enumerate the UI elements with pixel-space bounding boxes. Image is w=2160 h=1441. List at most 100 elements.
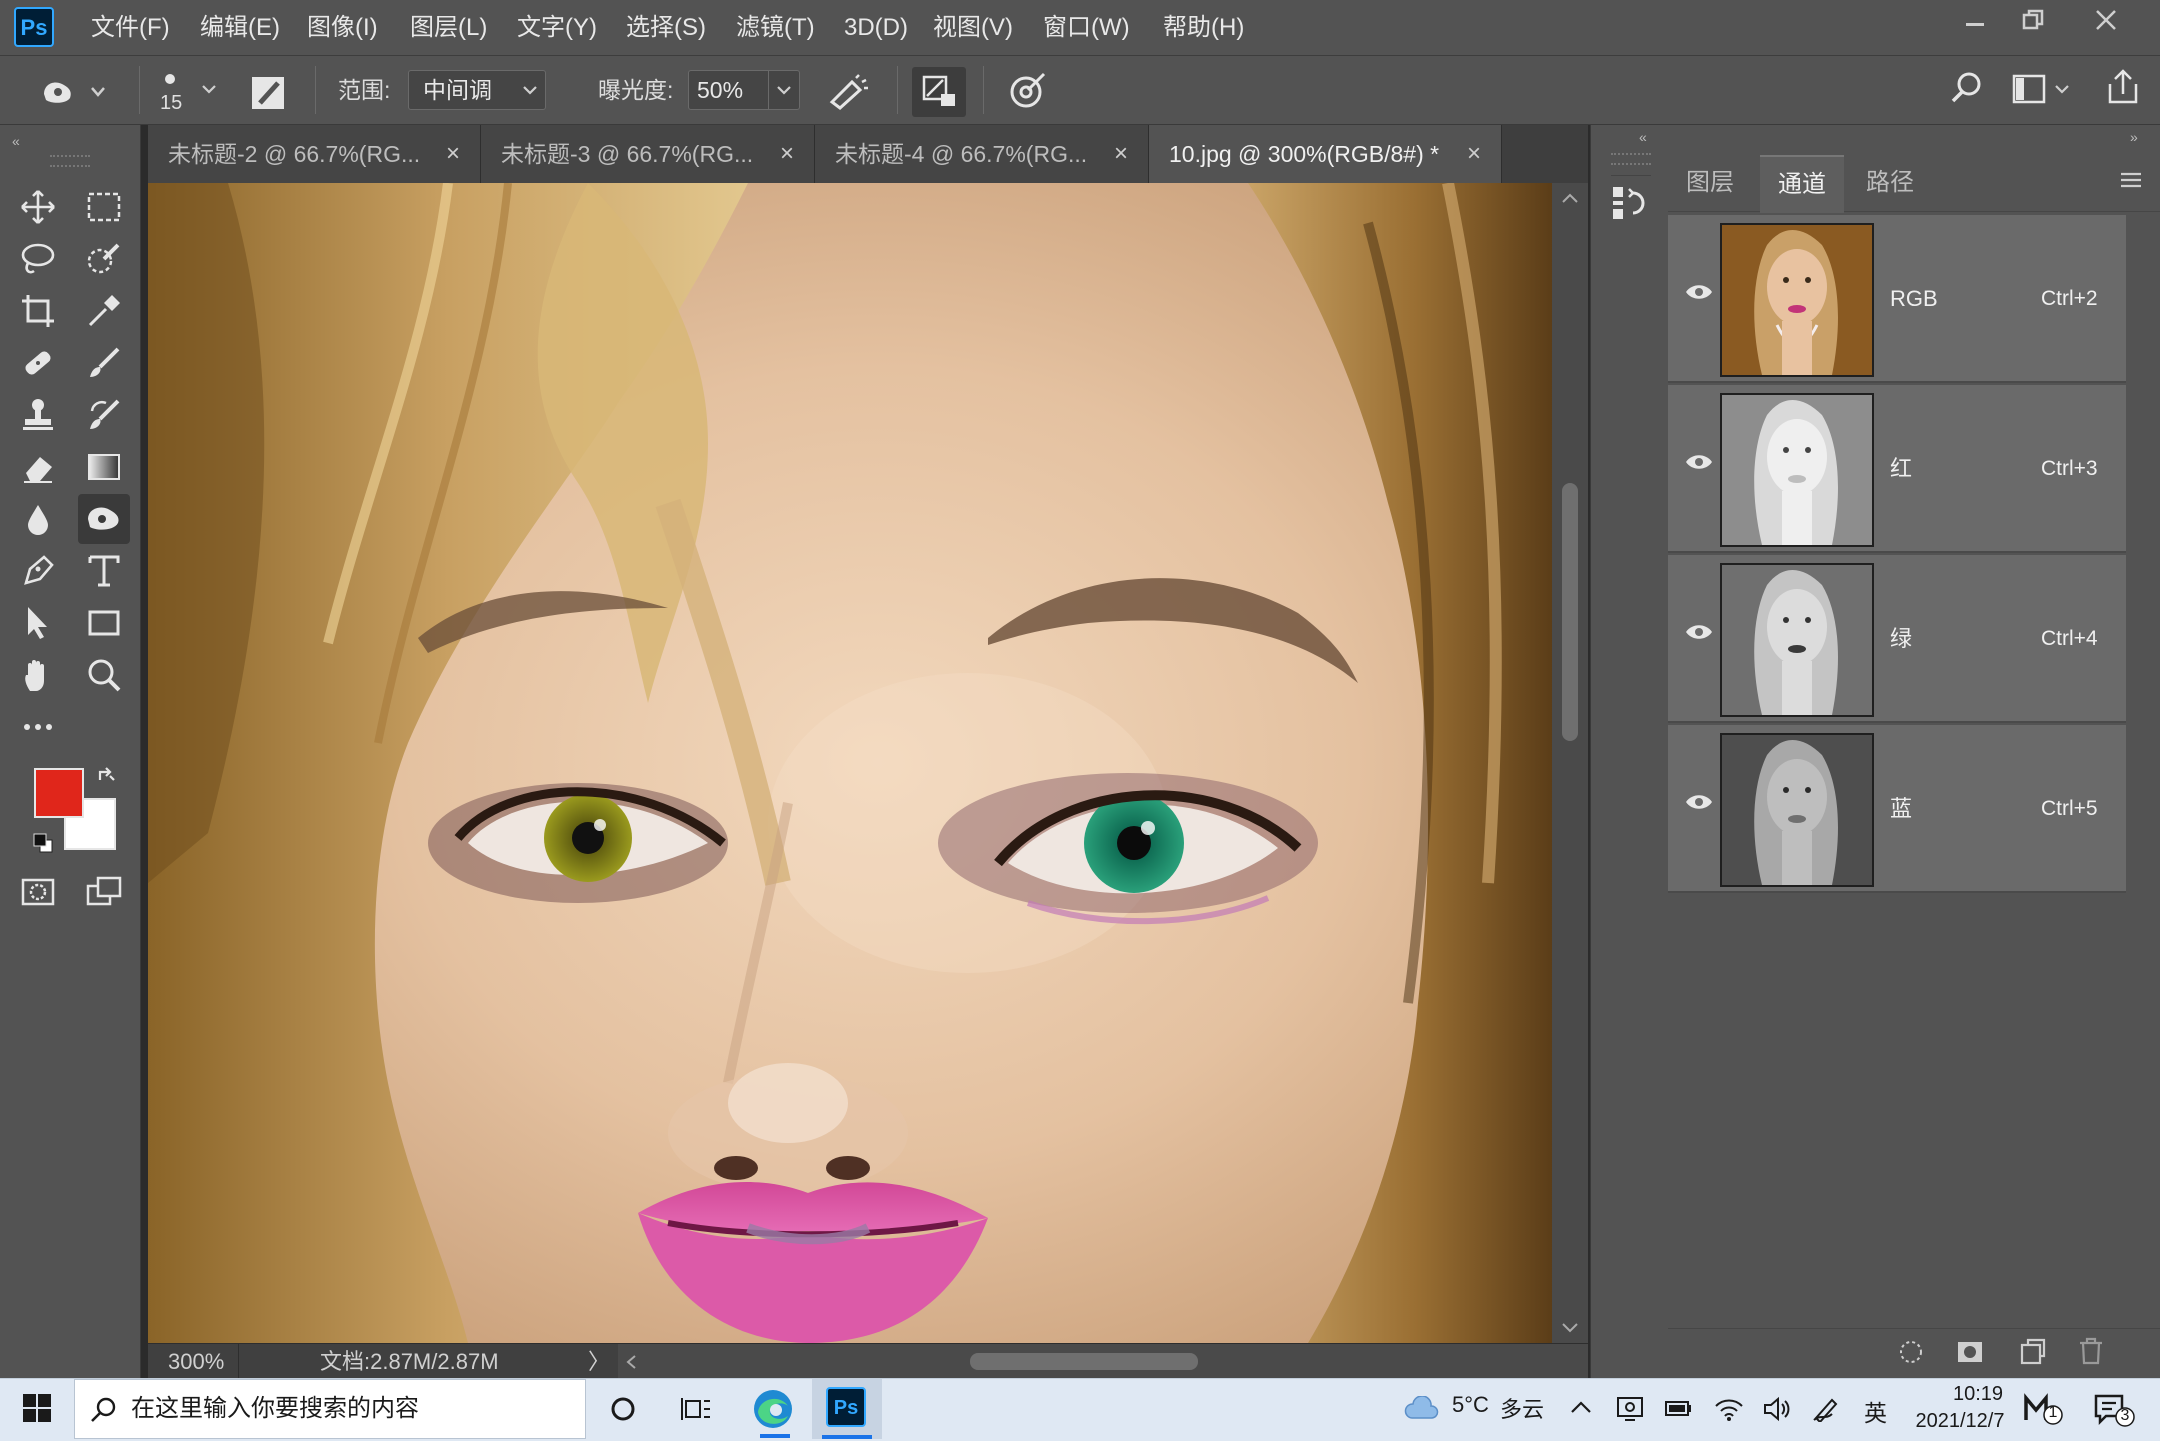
tool-preset-picker[interactable]	[40, 74, 110, 110]
type-tool[interactable]	[78, 546, 130, 596]
visibility-eye-icon[interactable]	[1684, 621, 1714, 643]
channel-row-green[interactable]: 绿 Ctrl+4	[1668, 555, 2126, 723]
menu-3d[interactable]: 3D(D)	[836, 0, 916, 55]
share-button[interactable]	[2106, 68, 2140, 106]
protect-tones-toggle[interactable]	[912, 67, 966, 117]
menu-filter[interactable]: 滤镜(T)	[728, 0, 823, 55]
clock-time[interactable]: 10:19	[1918, 1383, 2038, 1406]
close-tab-icon[interactable]: ×	[446, 125, 460, 183]
eyedropper-tool[interactable]	[78, 286, 130, 336]
move-tool[interactable]	[12, 182, 64, 232]
cortana-button[interactable]	[608, 1394, 638, 1424]
pen-tray-icon[interactable]	[1812, 1396, 1840, 1422]
collapse-panel-icon[interactable]: »	[2130, 129, 2138, 145]
history-brush-tool[interactable]	[78, 390, 130, 440]
channel-row-rgb[interactable]: RGB Ctrl+2	[1668, 215, 2126, 383]
zoom-tool[interactable]	[78, 650, 130, 700]
scroll-left-icon[interactable]	[626, 1355, 636, 1369]
foreground-color-swatch[interactable]	[34, 768, 84, 818]
dodge-tool[interactable]	[78, 494, 130, 544]
brush-settings-button[interactable]	[248, 73, 288, 113]
show-hidden-icons-button[interactable]	[1570, 1398, 1592, 1418]
marquee-tool[interactable]	[78, 182, 130, 232]
gradient-tool[interactable]	[78, 442, 130, 492]
channel-row-blue[interactable]: 蓝 Ctrl+5	[1668, 725, 2126, 893]
tab-layers[interactable]: 图层	[1668, 155, 1752, 211]
collapse-dock-icon[interactable]: «	[1639, 129, 1647, 145]
visibility-eye-icon[interactable]	[1684, 281, 1714, 303]
doc-tab-untitled-4[interactable]: 未标题-4 @ 66.7%(RG... ×	[815, 125, 1149, 183]
menu-help[interactable]: 帮助(H)	[1155, 0, 1252, 55]
vertical-scrollbar[interactable]	[1552, 183, 1588, 1343]
menu-view[interactable]: 视图(V)	[925, 0, 1021, 55]
new-channel-button[interactable]	[2018, 1337, 2046, 1365]
healing-brush-tool[interactable]	[12, 338, 64, 388]
scroll-down-icon[interactable]	[1562, 1323, 1578, 1333]
load-channel-as-selection-button[interactable]	[1898, 1339, 1924, 1365]
close-tab-icon[interactable]: ×	[1467, 125, 1481, 183]
horizontal-scrollbar[interactable]	[618, 1344, 1682, 1379]
menu-type[interactable]: 文字(Y)	[509, 0, 605, 55]
rectangle-tool[interactable]	[78, 598, 130, 648]
edit-toolbar-button[interactable]	[12, 702, 64, 752]
vertical-scroll-thumb[interactable]	[1562, 483, 1578, 741]
close-tab-icon[interactable]: ×	[780, 125, 794, 183]
tab-paths[interactable]: 路径	[1848, 155, 1932, 211]
menu-layer[interactable]: 图层(L)	[402, 0, 495, 55]
hand-tool[interactable]	[12, 650, 64, 700]
visibility-eye-icon[interactable]	[1684, 791, 1714, 813]
doc-tab-untitled-2[interactable]: 未标题-2 @ 66.7%(RG... ×	[148, 125, 481, 183]
lasso-tool[interactable]	[12, 234, 64, 284]
tray-app-icon-1[interactable]	[1616, 1394, 1644, 1422]
search-button[interactable]	[1950, 70, 1984, 104]
menu-window[interactable]: 窗口(W)	[1035, 0, 1138, 55]
pen-tool[interactable]	[12, 546, 64, 596]
doc-tab-10-jpg[interactable]: 10.jpg @ 300%(RGB/8#) * ×	[1149, 125, 1502, 183]
close-window-button[interactable]	[2074, 0, 2138, 40]
brush-size-picker[interactable]: 15	[160, 66, 220, 120]
horizontal-scroll-thumb[interactable]	[970, 1353, 1198, 1370]
task-view-button[interactable]	[680, 1394, 712, 1424]
minimize-button[interactable]	[1943, 0, 2007, 40]
quick-mask-button[interactable]	[12, 867, 64, 917]
weather-widget[interactable]	[1404, 1396, 1440, 1422]
menu-image[interactable]: 图像(I)	[299, 0, 386, 55]
collapse-toolbar-icon[interactable]: «	[12, 133, 20, 149]
edge-taskbar-button[interactable]	[750, 1386, 796, 1432]
visibility-eye-icon[interactable]	[1684, 451, 1714, 473]
quick-selection-tool[interactable]	[78, 234, 130, 284]
volume-tray-icon[interactable]	[1762, 1396, 1792, 1422]
tab-channels[interactable]: 通道	[1760, 155, 1844, 213]
doc-tab-untitled-3[interactable]: 未标题-3 @ 66.7%(RG... ×	[481, 125, 815, 183]
scroll-up-icon[interactable]	[1562, 193, 1578, 203]
crop-tool[interactable]	[12, 286, 64, 336]
airbrush-toggle[interactable]	[826, 72, 870, 112]
menu-edit[interactable]: 编辑(E)	[192, 0, 288, 55]
restore-button[interactable]	[2001, 0, 2065, 40]
brush-tool[interactable]	[78, 338, 130, 388]
start-button[interactable]	[22, 1393, 52, 1423]
photoshop-taskbar-button[interactable]: Ps	[812, 1379, 882, 1439]
screen-mode-button[interactable]	[78, 867, 130, 917]
status-menu-arrow[interactable]: 〉	[588, 1344, 610, 1379]
blur-tool[interactable]	[12, 494, 64, 544]
network-tray-icon[interactable]	[1714, 1396, 1744, 1422]
battery-tray-icon[interactable]	[1664, 1396, 1694, 1420]
range-select[interactable]: 中间调	[408, 70, 546, 110]
menu-file[interactable]: 文件(F)	[83, 0, 178, 55]
clock-date[interactable]: 2021/12/7	[1900, 1410, 2020, 1433]
input-method-indicator[interactable]: 英	[1864, 1394, 1887, 1428]
save-selection-as-channel-button[interactable]	[1956, 1339, 1984, 1365]
panel-menu-button[interactable]	[2120, 171, 2142, 189]
notification-center-button[interactable]: 3	[2094, 1392, 2136, 1428]
history-panel-button[interactable]	[1611, 183, 1651, 223]
tray-app-icon-m[interactable]: 1	[2024, 1392, 2064, 1426]
delete-channel-button[interactable]	[2078, 1337, 2104, 1365]
pressure-size-toggle[interactable]	[1008, 70, 1048, 110]
swap-colors-button[interactable]	[96, 766, 118, 788]
close-tab-icon[interactable]: ×	[1114, 125, 1128, 183]
path-selection-tool[interactable]	[12, 598, 64, 648]
workspace-switcher[interactable]	[2012, 72, 2072, 106]
channel-row-red[interactable]: 红 Ctrl+3	[1668, 385, 2126, 553]
clone-stamp-tool[interactable]	[12, 390, 64, 440]
